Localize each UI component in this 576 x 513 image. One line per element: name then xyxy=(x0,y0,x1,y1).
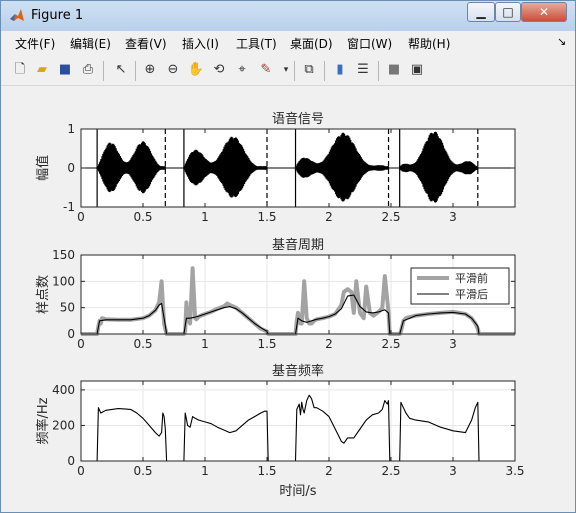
y-tick-label: -1 xyxy=(63,200,75,214)
x-axis-label: 时间/s xyxy=(279,484,316,499)
menu-desktop[interactable]: 桌面(D) xyxy=(290,35,333,52)
y-tick-label: 50 xyxy=(60,301,75,315)
toolbar-separator xyxy=(103,61,104,81)
y-tick-label: 0 xyxy=(67,327,75,341)
menu-file[interactable]: 文件(F) xyxy=(15,35,55,52)
x-tick-label: 1 xyxy=(201,210,209,224)
x-tick-label: 0 xyxy=(77,464,85,478)
axes-pitch-frequency[interactable]: 0 0.5 1 1.5 2 2.5 3 3.5 0 200 400 基音频率频率/Hz 时间/s xyxy=(35,363,525,499)
menu-view[interactable]: 查看(V) xyxy=(125,35,167,52)
x-tick-label: 3 xyxy=(449,337,457,351)
menu-tools[interactable]: 工具(T) xyxy=(236,35,277,52)
y-tick-label: 200 xyxy=(52,418,75,432)
data-cursor-icon[interactable]: ⌖ xyxy=(233,61,251,79)
menu-edit[interactable]: 编辑(E) xyxy=(70,35,111,52)
link-plot-icon[interactable]: ⧉ xyxy=(300,61,318,79)
matlab-logo-icon xyxy=(10,9,24,21)
y-tick-label: 100 xyxy=(52,274,75,288)
x-tick-label: 3 xyxy=(449,210,457,224)
menu-bar: 文件(F) 编辑(E) 查看(V) 插入(I) 工具(T) 桌面(D) 窗口(W… xyxy=(1,31,575,55)
y-tick-label: 400 xyxy=(52,383,75,397)
x-tick-label: 2.5 xyxy=(381,464,400,478)
x-tick-label: 2 xyxy=(325,337,333,351)
legend-label: 平滑后 xyxy=(455,288,488,301)
zoom-out-icon[interactable]: ⊖ xyxy=(164,61,182,79)
open-file-icon[interactable]: ▰ xyxy=(33,61,51,79)
axes-speech-signal[interactable]: 0 0.5 1 1.5 2 2.5 3-101语音信号幅值 xyxy=(35,111,516,224)
y-tick-label: 0 xyxy=(67,161,75,175)
pan-icon[interactable]: ✋ xyxy=(187,61,205,79)
dock-arrow-icon[interactable]: ↘ xyxy=(557,35,566,48)
x-tick-label: 2 xyxy=(325,464,333,478)
legend: 平滑前平滑后 xyxy=(410,267,510,305)
x-tick-label: 0.5 xyxy=(133,464,152,478)
window-title: Figure 1 xyxy=(31,8,84,23)
x-tick-label: 2.5 xyxy=(381,337,400,351)
y-tick-label: 0 xyxy=(67,454,75,468)
zoom-in-icon[interactable]: ⊕ xyxy=(141,61,159,79)
y-tick-label: 150 xyxy=(52,248,75,262)
menu-window[interactable]: 窗口(W) xyxy=(347,35,392,52)
x-tick-label: 2 xyxy=(325,210,333,224)
axes-background xyxy=(81,381,515,461)
toolbar-separator xyxy=(135,61,136,81)
axes-title: 基音频率 xyxy=(272,363,324,379)
legend-icon[interactable]: ☰ xyxy=(354,61,372,79)
x-tick-label: 3.5 xyxy=(505,464,524,478)
x-tick-label: 1 xyxy=(201,337,209,351)
maximize-icon: □ xyxy=(502,5,514,19)
y-axis-label: 频率/Hz xyxy=(35,397,51,444)
title-bar[interactable]: Figure 1 ▁ □ ✕ xyxy=(1,1,575,31)
menu-insert[interactable]: 插入(I) xyxy=(182,35,219,52)
x-tick-label: 1.5 xyxy=(257,464,276,478)
axes-title: 基音周期 xyxy=(272,237,324,253)
close-icon: ✕ xyxy=(538,5,550,19)
x-tick-label: 0 xyxy=(77,210,85,224)
print-icon[interactable]: ⎙ xyxy=(79,61,97,79)
y-tick-label: 1 xyxy=(67,122,75,136)
x-tick-label: 1 xyxy=(201,464,209,478)
show-plot-tools-icon[interactable]: ▣ xyxy=(408,61,426,79)
toolbar: 🗋 ▰ ■ ⎙ ↖ ⊕ ⊖ ✋ ⟲ ⌖ ✎ ▾ ⧉ ▮ ☰ ■ ▣ xyxy=(1,57,575,86)
toolbar-separator xyxy=(324,61,325,81)
colorbar-icon[interactable]: ▮ xyxy=(331,61,349,79)
menu-help[interactable]: 帮助(H) xyxy=(408,35,450,52)
close-button[interactable]: ✕ xyxy=(521,2,567,22)
x-tick-label: 1.5 xyxy=(257,210,276,224)
x-tick-label: 3 xyxy=(449,464,457,478)
y-axis-label: 样点数 xyxy=(36,275,51,314)
x-tick-label: 0.5 xyxy=(133,337,152,351)
plots-svg: 0 0.5 1 1.5 2 2.5 3-101语音信号幅值 0 0.5 1 1.5 2 2.5 3050… xyxy=(35,111,525,499)
maximize-button[interactable]: □ xyxy=(495,2,521,22)
figure-window: Figure 1 ▁ □ ✕ 文件(F) 编辑(E) 查看(V) 插入(I) 工… xyxy=(0,0,576,513)
edit-pointer-icon[interactable]: ↖ xyxy=(112,61,130,79)
toolbar-separator xyxy=(378,61,379,81)
hide-plot-tools-icon[interactable]: ■ xyxy=(385,61,403,79)
rotate-3d-icon[interactable]: ⟲ xyxy=(210,61,228,79)
new-figure-icon[interactable]: 🗋 xyxy=(11,61,29,79)
save-icon[interactable]: ■ xyxy=(56,61,74,79)
minimize-icon: ▁ xyxy=(476,5,486,19)
axes-pitch-period[interactable]: 0 0.5 1 1.5 2 2.5 3 0 50 100 150 基音周期样点数 平滑前平滑后 xyxy=(36,237,516,351)
x-tick-label: 0.5 xyxy=(133,210,152,224)
y-axis-label: 幅值 xyxy=(35,155,51,181)
x-tick-label: 1.5 xyxy=(257,337,276,351)
minimize-button[interactable]: ▁ xyxy=(467,2,495,22)
brush-icon[interactable]: ✎ xyxy=(257,61,275,79)
axes-title: 语音信号 xyxy=(272,111,324,127)
toolbar-separator xyxy=(294,61,295,81)
figure-canvas: 0 0.5 1 1.5 2 2.5 3 -1 0 1 语音信号 幅值 0 0.5 1 1.5 2 2.5 3 0 50… xyxy=(9,87,569,507)
legend-label: 平滑前 xyxy=(455,271,488,285)
brush-dropdown-icon[interactable]: ▾ xyxy=(277,61,295,79)
x-tick-label: 0 xyxy=(77,337,85,351)
x-tick-label: 2.5 xyxy=(381,210,400,224)
